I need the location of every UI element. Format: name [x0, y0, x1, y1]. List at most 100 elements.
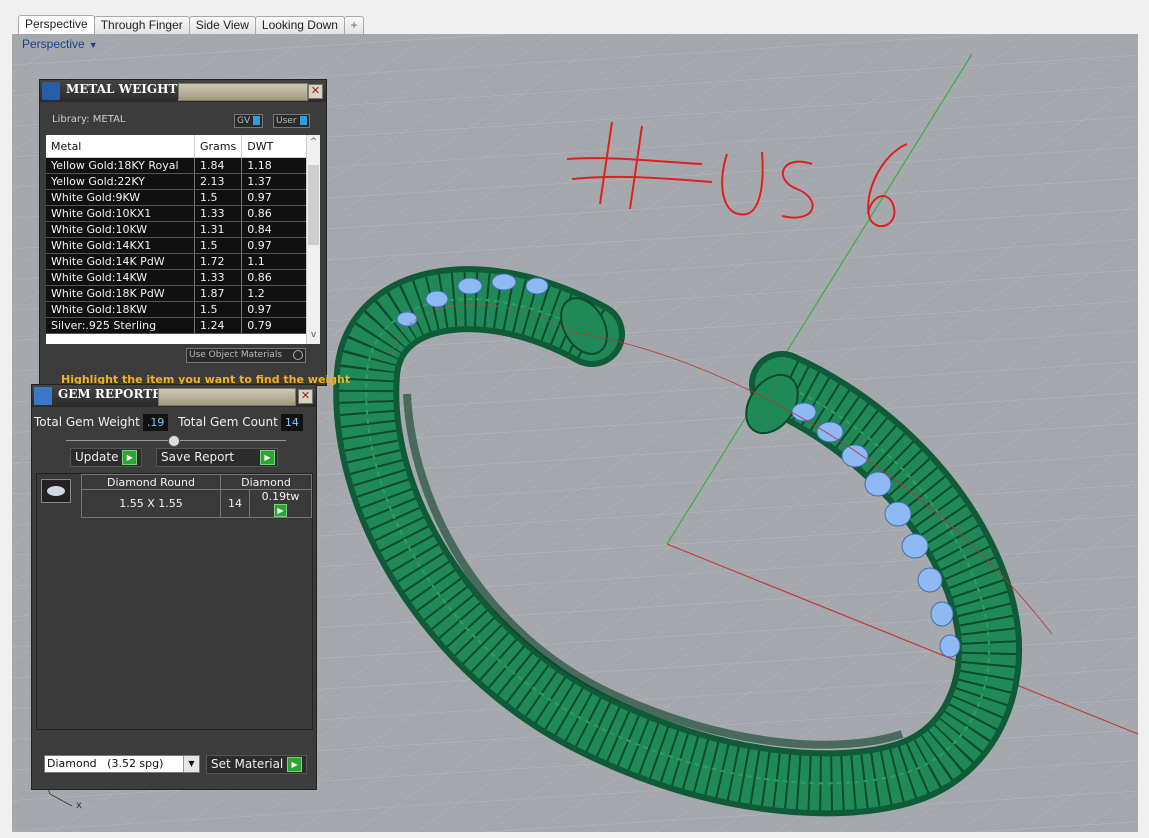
table-row[interactable]: White Gold:14KW 1.33 0.86: [46, 269, 308, 286]
play-icon: ▶: [287, 757, 303, 772]
gem-reporter-titlebar[interactable]: GEM REPORTER ✕: [32, 385, 316, 407]
gem-weight-value: 0.19tw: [261, 490, 300, 503]
table-row[interactable]: White Gold:14K PdW 1.72 1.1: [46, 253, 308, 270]
table-row[interactable]: Silver:.925 Sterling 1.24 0.79: [46, 317, 308, 334]
table-row[interactable]: Yellow Gold:18KY Royal 1.84 1.18: [46, 157, 308, 174]
material-select[interactable]: Diamond (3.52 spg) ▼: [44, 755, 200, 773]
gem-material: Diamond: [220, 474, 312, 490]
use-object-materials-radio-icon: [292, 349, 303, 360]
add-tab-icon[interactable]: +: [343, 16, 364, 34]
use-object-materials-label: Use Object Materials: [189, 350, 283, 360]
update-button[interactable]: Update ▶: [70, 448, 143, 467]
library-label: Library: METAL: [52, 114, 126, 125]
cell-grams: 1.72: [194, 253, 243, 270]
cell-dwt: 0.84: [241, 221, 308, 238]
metal-table-scrollbar[interactable]: ^ v: [306, 135, 320, 344]
tab-through-finger[interactable]: Through Finger: [93, 16, 190, 34]
slider-thumb-icon[interactable]: [168, 435, 180, 447]
table-row[interactable]: White Gold:14KX1 1.5 0.97: [46, 237, 308, 254]
gv-label: GV: [237, 116, 251, 126]
total-gem-weight-value: .19: [142, 414, 169, 431]
dropdown-arrow-icon[interactable]: ▼: [85, 40, 98, 50]
cell-grams: 1.24: [194, 317, 243, 334]
table-row[interactable]: White Gold:10KW 1.31 0.84: [46, 221, 308, 238]
chevron-down-icon[interactable]: ▼: [183, 756, 199, 772]
material-select-value: Diamond (3.52 spg): [47, 757, 164, 770]
gv-toggle-icon: [253, 116, 261, 125]
viewport-name: Perspective: [22, 37, 85, 51]
cell-dwt: 0.86: [241, 269, 308, 286]
cell-metal: White Gold:18K PdW: [46, 285, 195, 302]
table-row[interactable]: White Gold:18K PdW 1.87 1.2: [46, 285, 308, 302]
cell-grams: 1.33: [194, 205, 243, 222]
metal-weights-panel: METAL WEIGHTS ✕ Library: METAL GV User M…: [40, 80, 350, 386]
play-icon[interactable]: ▶: [274, 503, 287, 517]
close-icon[interactable]: ✕: [308, 84, 323, 99]
title-tab-fill: [178, 83, 308, 101]
cell-grams: 1.33: [194, 269, 243, 286]
gv-toggle[interactable]: GV: [234, 114, 264, 128]
table-row[interactable]: Yellow Gold:22KY 2.13 1.37: [46, 173, 308, 190]
gem-reporter-title: GEM REPORTER: [58, 387, 172, 401]
metal-weights-titlebar[interactable]: METAL WEIGHTS ✕: [40, 80, 326, 102]
cell-metal: White Gold:9KW: [46, 189, 195, 206]
diamond-round-icon[interactable]: [41, 479, 71, 503]
tab-side-view[interactable]: Side View: [188, 16, 256, 34]
cell-grams: 1.5: [194, 189, 243, 206]
total-gem-weight-label: Total Gem Weight: [34, 415, 140, 429]
cell-dwt: 0.86: [241, 205, 308, 222]
set-material-label: Set Material: [211, 757, 284, 771]
cell-metal: White Gold:14K PdW: [46, 253, 195, 270]
cell-metal: White Gold:18KW: [46, 301, 195, 318]
gem-count: 14: [220, 489, 250, 518]
cell-metal: Yellow Gold:18KY Royal: [46, 157, 195, 174]
axis-x-label: x: [76, 800, 82, 811]
cell-dwt: 0.97: [241, 301, 308, 318]
cell-metal: White Gold:14KW: [46, 269, 195, 286]
cell-dwt: 0.97: [241, 189, 308, 206]
scroll-thumb[interactable]: [308, 165, 319, 245]
cell-metal: White Gold:14KX1: [46, 237, 195, 254]
cell-dwt: 1.18: [241, 157, 308, 174]
scroll-down-icon[interactable]: v: [307, 328, 320, 342]
update-label: Update: [75, 450, 119, 464]
tab-perspective[interactable]: Perspective: [18, 15, 95, 34]
column-header-grams[interactable]: Grams: [194, 135, 243, 158]
play-icon: ▶: [260, 450, 275, 465]
gem-size: 1.55 X 1.55: [81, 489, 221, 518]
cell-dwt: 0.79: [241, 317, 308, 334]
cell-metal: White Gold:10KW: [46, 221, 195, 238]
slider-track[interactable]: [66, 435, 286, 447]
table-row[interactable]: White Gold:9KW 1.5 0.97: [46, 189, 308, 206]
table-row[interactable]: White Gold:10KX1 1.33 0.86: [46, 205, 308, 222]
cell-dwt: 1.2: [241, 285, 308, 302]
save-report-label: Save Report: [161, 450, 235, 464]
scroll-up-icon[interactable]: ^: [307, 135, 320, 149]
gem-row[interactable]: Diamond Round Diamond 1.55 X 1.55 14 0.1…: [81, 474, 312, 518]
tab-looking-down[interactable]: Looking Down: [254, 16, 345, 34]
cell-metal: Yellow Gold:22KY: [46, 173, 195, 190]
use-object-materials-button[interactable]: Use Object Materials: [186, 348, 306, 363]
gem-list: Diamond Round Diamond 1.55 X 1.55 14 0.1…: [36, 473, 313, 730]
gem-name: Diamond Round: [81, 474, 221, 490]
user-toggle[interactable]: User: [273, 114, 310, 128]
user-label: User: [276, 116, 297, 126]
cell-grams: 1.87: [194, 285, 243, 302]
cell-metal: Silver:.925 Sterling: [46, 317, 195, 334]
metal-weights-title: METAL WEIGHTS: [66, 82, 187, 96]
column-header-dwt[interactable]: DWT: [241, 135, 308, 158]
play-icon: ▶: [122, 450, 138, 465]
user-toggle-icon: [299, 116, 307, 125]
close-icon[interactable]: ✕: [298, 389, 313, 404]
total-gem-count-label: Total Gem Count: [178, 415, 278, 429]
metal-weights-table: Metal Grams DWT Yellow Gold:18KY Royal 1.…: [46, 135, 320, 344]
viewport-tab-bar: Perspective Through Finger Side View Loo…: [0, 0, 1149, 34]
set-material-button[interactable]: Set Material ▶: [206, 755, 308, 774]
viewport-name-menu[interactable]: Perspective ▼: [22, 36, 98, 52]
cell-grams: 1.31: [194, 221, 243, 238]
cell-grams: 1.5: [194, 237, 243, 254]
column-header-metal[interactable]: Metal: [46, 135, 195, 158]
save-report-button[interactable]: Save Report ▶: [156, 448, 278, 467]
table-row[interactable]: White Gold:18KW 1.5 0.97: [46, 301, 308, 318]
gem-reporter-logo-icon: [34, 387, 52, 405]
